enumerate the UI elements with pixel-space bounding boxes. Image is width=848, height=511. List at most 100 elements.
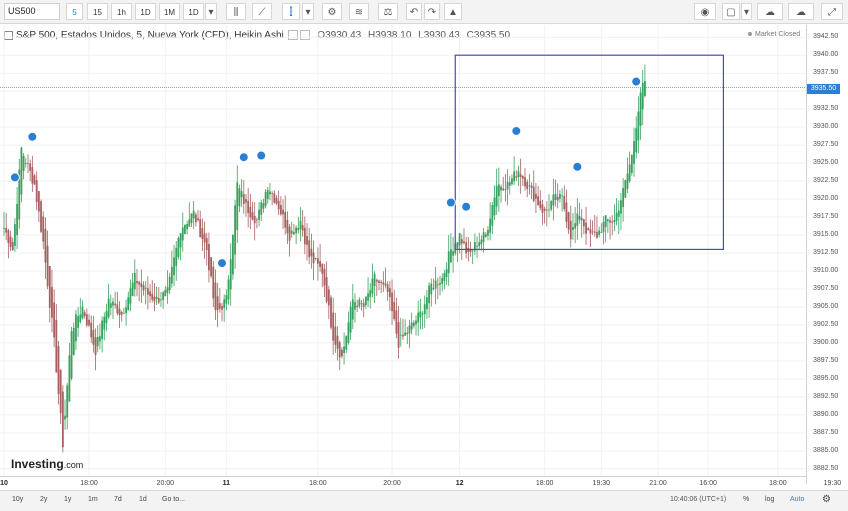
candle-body <box>240 191 243 198</box>
candle-body <box>598 230 601 235</box>
news-event-icon[interactable] <box>572 161 583 172</box>
candle-body <box>85 314 88 326</box>
candle-body <box>129 288 132 304</box>
candle-body <box>569 220 572 240</box>
candle-body <box>251 212 254 220</box>
range-1m-button[interactable]: 1m <box>88 496 98 503</box>
candle-body <box>266 189 269 199</box>
news-event-icon[interactable] <box>461 201 472 212</box>
candle-body <box>46 245 49 287</box>
candle-body <box>620 200 622 214</box>
news-event-icon[interactable] <box>27 131 38 142</box>
candle-body <box>27 163 29 165</box>
current-price-badge: 3935.50 <box>807 84 840 94</box>
price-tick-label: 3912.50 <box>813 249 839 257</box>
price-tick-label: 3922.50 <box>813 177 839 185</box>
news-event-icon[interactable] <box>445 197 456 208</box>
news-event-icon[interactable] <box>238 152 249 163</box>
candle-body <box>532 186 535 201</box>
timeframe-1d-alt-button[interactable]: 1D <box>183 3 204 20</box>
candle-body <box>3 227 5 229</box>
candle-body <box>336 335 339 349</box>
candle-body <box>404 332 407 336</box>
candle-body <box>79 314 82 323</box>
range-1y-button[interactable]: 1y <box>64 496 71 503</box>
candle-body <box>476 245 478 247</box>
alert-icon[interactable]: ▲ <box>444 3 462 20</box>
timeframe-1m-button[interactable]: 1M <box>159 3 180 20</box>
range-1d-button[interactable]: 1d <box>139 496 147 503</box>
price-chart[interactable] <box>0 25 806 476</box>
time-tick-label: 19:30 <box>592 480 611 487</box>
chart-settings-gear-icon[interactable]: ⚙ <box>822 494 831 505</box>
candle-body <box>153 296 156 302</box>
candle-body <box>578 216 581 220</box>
auto-scale-button[interactable]: Auto <box>790 496 804 503</box>
candles-icon[interactable]: ⫼ <box>226 3 246 20</box>
news-event-icon[interactable] <box>9 172 20 183</box>
range-2y-button[interactable]: 2y <box>40 496 47 503</box>
candle-body <box>55 319 58 373</box>
candle-body <box>229 259 232 290</box>
news-event-icon[interactable] <box>631 76 642 87</box>
candle-body <box>369 290 372 298</box>
fullscreen-icon[interactable]: ⤢ <box>821 3 843 20</box>
timeframe-1d-button[interactable]: 1D <box>135 3 156 20</box>
candle-body <box>478 242 481 247</box>
candle-body <box>162 292 165 300</box>
candle-body <box>35 180 38 203</box>
time-tick-label: 20:00 <box>156 480 175 487</box>
cloud-save-icon[interactable]: ☁ <box>788 3 814 20</box>
undo-icon[interactable]: ↶ <box>406 3 422 20</box>
candle-body <box>421 313 424 315</box>
candle-body <box>513 171 516 182</box>
candle-body <box>382 282 385 285</box>
candle-body <box>530 185 533 188</box>
candle-body <box>201 228 204 240</box>
candle-body <box>260 202 263 215</box>
range-10y-button[interactable]: 10y <box>12 496 23 503</box>
chart-style-dropdown-icon[interactable]: ▾ <box>302 3 314 20</box>
log-scale-button[interactable]: log <box>765 496 774 503</box>
candle-body <box>286 219 289 234</box>
timeframe-15m-button[interactable]: 15 <box>87 3 108 20</box>
candle-body <box>356 305 359 308</box>
timeframe-5m-button[interactable]: 5 <box>66 3 83 20</box>
candle-body <box>397 321 400 348</box>
news-event-icon[interactable] <box>217 258 227 269</box>
settings-gear-icon[interactable]: ⚙ <box>322 3 342 20</box>
range-7d-button[interactable]: 7d <box>114 496 122 503</box>
bar-style-icon[interactable]: ⫿ <box>282 3 300 20</box>
news-event-icon[interactable] <box>256 150 267 161</box>
time-axis[interactable]: 10 18:00 20:00 11 18:00 20:00 12 18:00 19:30 21:0… <box>0 476 841 491</box>
percent-scale-button[interactable]: % <box>743 496 749 503</box>
candle-body <box>151 293 154 300</box>
timeframe-dropdown-icon[interactable]: ▾ <box>205 3 217 20</box>
candle-body <box>70 331 73 379</box>
news-event-icon[interactable] <box>511 125 522 136</box>
redo-icon[interactable]: ↷ <box>424 3 440 20</box>
compare-icon[interactable]: ⚖ <box>378 3 398 20</box>
symbol-search-input[interactable]: US500 <box>4 3 60 20</box>
candle-body <box>580 217 583 221</box>
candle-body <box>399 334 402 336</box>
candle-body <box>635 128 638 153</box>
cloud-load-icon[interactable]: ☁ <box>757 3 783 20</box>
clock-timezone[interactable]: 10:40:06 (UTC+1) <box>670 496 726 503</box>
time-tick-label: 18:00 <box>80 480 98 487</box>
template-dropdown-icon[interactable]: ▾ <box>741 3 752 20</box>
candle-body <box>360 302 363 304</box>
candle-body <box>149 291 151 297</box>
go-to-button[interactable]: Go to... <box>162 496 185 503</box>
candle-body <box>639 92 642 126</box>
timeframe-1h-button[interactable]: 1h <box>111 3 132 20</box>
candle-body <box>589 229 592 234</box>
template-icon[interactable]: ▢ <box>722 3 740 20</box>
line-chart-icon[interactable]: ⟋ <box>252 3 272 20</box>
candle-body <box>345 335 348 350</box>
camera-icon[interactable]: ◉ <box>694 3 716 20</box>
candle-body <box>327 289 330 306</box>
price-tick-label: 3942.50 <box>813 33 839 41</box>
candle-body <box>107 298 110 318</box>
indicators-icon[interactable]: ≋ <box>349 3 369 20</box>
